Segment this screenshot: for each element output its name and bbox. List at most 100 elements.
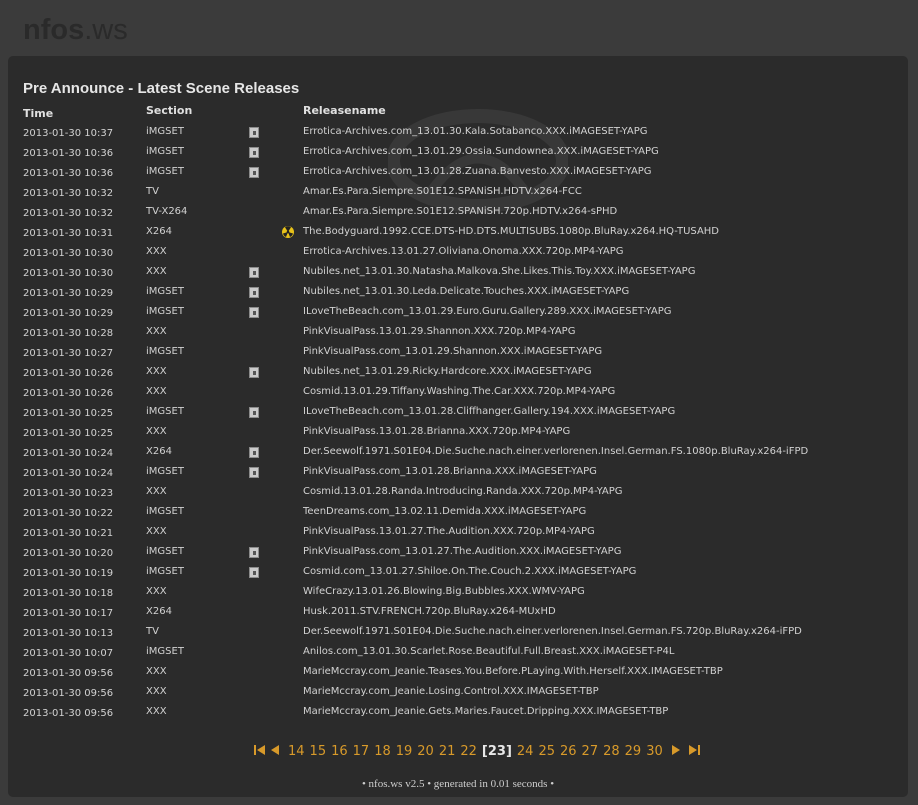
release-section[interactable]: XXX bbox=[146, 486, 167, 497]
release-name-link[interactable]: TeenDreams.com_13.02.11.Demida.XXX.iMAGE… bbox=[303, 506, 586, 517]
nuke-icon[interactable] bbox=[282, 226, 294, 238]
release-section[interactable]: iMGSET bbox=[146, 646, 184, 657]
release-name-link[interactable]: PinkVisualPass.13.01.28.Brianna.XXX.720p… bbox=[303, 426, 570, 437]
image-icon[interactable] bbox=[249, 267, 259, 278]
release-section[interactable]: XXX bbox=[146, 246, 167, 257]
release-time: 2013-01-30 10:24 bbox=[23, 468, 114, 479]
image-icon[interactable] bbox=[249, 127, 259, 138]
page-link[interactable]: 24 bbox=[517, 744, 534, 759]
image-icon[interactable] bbox=[249, 167, 259, 178]
release-name-link[interactable]: PinkVisualPass.13.01.29.Shannon.XXX.720p… bbox=[303, 326, 575, 337]
release-section[interactable]: XXX bbox=[146, 326, 167, 337]
release-name-link[interactable]: WifeCrazy.13.01.26.Blowing.Big.Bubbles.X… bbox=[303, 586, 585, 597]
release-section[interactable]: iMGSET bbox=[146, 286, 184, 297]
page-link[interactable]: 18 bbox=[374, 744, 391, 759]
release-section[interactable]: XXX bbox=[146, 686, 167, 697]
release-name-link[interactable]: PinkVisualPass.13.01.27.The.Audition.XXX… bbox=[303, 526, 595, 537]
page-link[interactable]: 27 bbox=[582, 744, 599, 759]
page-link[interactable]: 19 bbox=[396, 744, 413, 759]
release-section[interactable]: iMGSET bbox=[146, 346, 184, 357]
image-icon[interactable] bbox=[249, 447, 259, 458]
release-name-link[interactable]: Amar.Es.Para.Siempre.S01E12.SPANiSH.720p… bbox=[303, 206, 617, 217]
release-section[interactable]: iMGSET bbox=[146, 406, 184, 417]
release-name-link[interactable]: MarieMccray.com_Jeanie.Losing.Control.XX… bbox=[303, 686, 599, 697]
release-section[interactable]: iMGSET bbox=[146, 546, 184, 557]
release-section[interactable]: TV bbox=[146, 626, 159, 637]
release-section[interactable]: iMGSET bbox=[146, 306, 184, 317]
release-section[interactable]: iMGSET bbox=[146, 126, 184, 137]
release-time: 2013-01-30 10:26 bbox=[23, 388, 114, 399]
release-name-link[interactable]: Errotica-Archives.com_13.01.28.Zuana.Ban… bbox=[303, 166, 652, 177]
release-name-link[interactable]: PinkVisualPass.com_13.01.29.Shannon.XXX.… bbox=[303, 346, 602, 357]
release-name-link[interactable]: Nubiles.net_13.01.30.Natasha.Malkova.She… bbox=[303, 266, 695, 277]
release-name-link[interactable]: Anilos.com_13.01.30.Scarlet.Rose.Beautif… bbox=[303, 646, 675, 657]
release-name-link[interactable]: ILoveTheBeach.com_13.01.29.Euro.Guru.Gal… bbox=[303, 306, 671, 317]
release-name-link[interactable]: Nubiles.net_13.01.29.Ricky.Hardcore.XXX.… bbox=[303, 366, 592, 377]
page-link[interactable]: 17 bbox=[353, 744, 370, 759]
release-name-link[interactable]: Cosmid.com_13.01.27.Shiloe.On.The.Couch.… bbox=[303, 566, 636, 577]
release-section[interactable]: XXX bbox=[146, 666, 167, 677]
release-name-link[interactable]: ILoveTheBeach.com_13.01.28.Cliffhanger.G… bbox=[303, 406, 675, 417]
page-link[interactable]: 22 bbox=[460, 744, 477, 759]
next-page-icon[interactable] bbox=[671, 744, 681, 759]
image-icon[interactable] bbox=[249, 287, 259, 298]
site-logo[interactable]: nfos.ws bbox=[23, 14, 128, 47]
release-section[interactable]: iMGSET bbox=[146, 166, 184, 177]
release-name-link[interactable]: PinkVisualPass.com_13.01.27.The.Audition… bbox=[303, 546, 621, 557]
release-row: 2013-01-30 10:21 XXX PinkVisualPass.13.01.… bbox=[8, 526, 908, 546]
release-section[interactable]: X264 bbox=[146, 226, 172, 237]
release-time: 2013-01-30 10:27 bbox=[23, 348, 114, 359]
image-icon[interactable] bbox=[249, 147, 259, 158]
release-section[interactable]: X264 bbox=[146, 446, 172, 457]
image-icon[interactable] bbox=[249, 307, 259, 318]
page-link[interactable]: 14 bbox=[288, 744, 305, 759]
release-section[interactable]: iMGSET bbox=[146, 466, 184, 477]
release-section[interactable]: XXX bbox=[146, 426, 167, 437]
page-link[interactable]: 30 bbox=[646, 744, 663, 759]
image-icon[interactable] bbox=[249, 467, 259, 478]
prev-page-icon[interactable] bbox=[270, 744, 280, 759]
release-section[interactable]: XXX bbox=[146, 706, 167, 717]
release-section[interactable]: TV-X264 bbox=[146, 206, 187, 217]
last-page-icon[interactable] bbox=[688, 744, 700, 759]
page-link[interactable]: 20 bbox=[417, 744, 434, 759]
release-time: 2013-01-30 10:36 bbox=[23, 168, 114, 179]
release-name-link[interactable]: Errotica-Archives.com_13.01.30.Kala.Sota… bbox=[303, 126, 648, 137]
page-link[interactable]: 16 bbox=[331, 744, 348, 759]
page-link[interactable]: 29 bbox=[625, 744, 642, 759]
release-section[interactable]: XXX bbox=[146, 386, 167, 397]
image-icon[interactable] bbox=[249, 567, 259, 578]
release-name-link[interactable]: Amar.Es.Para.Siempre.S01E12.SPANiSH.HDTV… bbox=[303, 186, 582, 197]
image-icon[interactable] bbox=[249, 407, 259, 418]
release-section[interactable]: XXX bbox=[146, 366, 167, 377]
page-link[interactable]: 26 bbox=[560, 744, 577, 759]
page-link[interactable]: 21 bbox=[439, 744, 456, 759]
release-section[interactable]: XXX bbox=[146, 266, 167, 277]
release-section[interactable]: iMGSET bbox=[146, 506, 184, 517]
release-section[interactable]: TV bbox=[146, 186, 159, 197]
release-time: 2013-01-30 10:24 bbox=[23, 448, 114, 459]
page-link[interactable]: 15 bbox=[310, 744, 327, 759]
release-name-link[interactable]: Nubiles.net_13.01.30.Leda.Delicate.Touch… bbox=[303, 286, 629, 297]
release-name-link[interactable]: Husk.2011.STV.FRENCH.720p.BluRay.x264-MU… bbox=[303, 606, 556, 617]
release-name-link[interactable]: Der.Seewolf.1971.S01E04.Die.Suche.nach.e… bbox=[303, 626, 802, 637]
release-name-link[interactable]: MarieMccray.com_Jeanie.Gets.Maries.Fauce… bbox=[303, 706, 668, 717]
release-name-link[interactable]: Errotica-Archives.13.01.27.Oliviana.Onom… bbox=[303, 246, 624, 257]
release-section[interactable]: XXX bbox=[146, 586, 167, 597]
release-name-link[interactable]: Der.Seewolf.1971.S01E04.Die.Suche.nach.e… bbox=[303, 446, 808, 457]
page-link[interactable]: 28 bbox=[603, 744, 620, 759]
release-name-link[interactable]: Cosmid.13.01.28.Randa.Introducing.Randa.… bbox=[303, 486, 623, 497]
release-section[interactable]: X264 bbox=[146, 606, 172, 617]
release-section[interactable]: XXX bbox=[146, 526, 167, 537]
image-icon[interactable] bbox=[249, 367, 259, 378]
release-name-link[interactable]: The.Bodyguard.1992.CCE.DTS-HD.DTS.MULTIS… bbox=[303, 226, 719, 237]
release-name-link[interactable]: MarieMccray.com_Jeanie.Teases.You.Before… bbox=[303, 666, 723, 677]
release-section[interactable]: iMGSET bbox=[146, 146, 184, 157]
release-section[interactable]: iMGSET bbox=[146, 566, 184, 577]
page-link[interactable]: 25 bbox=[538, 744, 555, 759]
release-name-link[interactable]: Cosmid.13.01.29.Tiffany.Washing.The.Car.… bbox=[303, 386, 615, 397]
release-name-link[interactable]: Errotica-Archives.com_13.01.29.Ossia.Sun… bbox=[303, 146, 659, 157]
image-icon[interactable] bbox=[249, 547, 259, 558]
first-page-icon[interactable] bbox=[254, 744, 266, 759]
release-name-link[interactable]: PinkVisualPass.com_13.01.28.Brianna.XXX.… bbox=[303, 466, 597, 477]
